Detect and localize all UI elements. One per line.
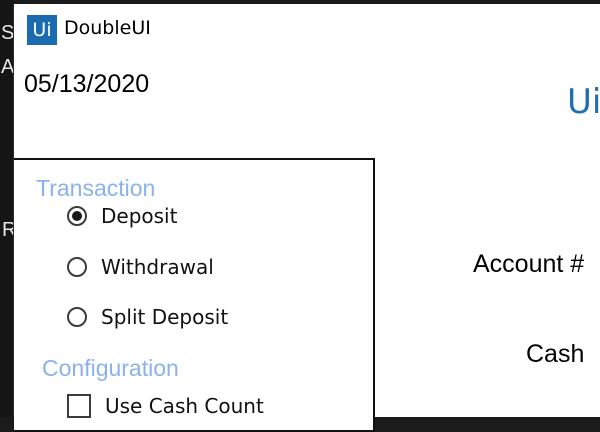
cash-label: Cash — [526, 340, 585, 368]
checkbox[interactable] — [67, 394, 91, 418]
radio-label-split-deposit: Split Deposit — [101, 305, 229, 329]
window-title: DoubleUI — [64, 17, 151, 39]
radio-button-selected[interactable] — [67, 206, 87, 226]
background-window: S A R — [0, 0, 16, 417]
checkbox-label-use-cash-count: Use Cash Count — [105, 394, 264, 418]
app-logo-icon: Ui — [27, 15, 57, 45]
title-bar[interactable]: Ui DoubleUI — [14, 4, 600, 50]
options-panel: Transaction Deposit Withdrawal Split Dep… — [14, 158, 375, 432]
account-number-label: Account # — [473, 250, 585, 278]
radio-label-withdrawal: Withdrawal — [101, 255, 214, 279]
transaction-section-title: Transaction — [36, 175, 156, 201]
use-cash-count-checkbox[interactable]: Use Cash Count — [67, 394, 264, 418]
date-display: 05/13/2020 — [24, 70, 150, 98]
radio-button[interactable] — [67, 257, 87, 277]
radio-deposit[interactable]: Deposit — [67, 202, 177, 230]
brand-logo: Ui — [567, 82, 600, 122]
radio-split-deposit[interactable]: Split Deposit — [67, 303, 228, 331]
app-window: Ui DoubleUI 05/13/2020 Ui Transaction De… — [13, 4, 600, 432]
configuration-section-title: Configuration — [42, 355, 179, 381]
radio-label-deposit: Deposit — [101, 204, 178, 228]
radio-withdrawal[interactable]: Withdrawal — [67, 253, 214, 281]
radio-button[interactable] — [67, 307, 87, 327]
